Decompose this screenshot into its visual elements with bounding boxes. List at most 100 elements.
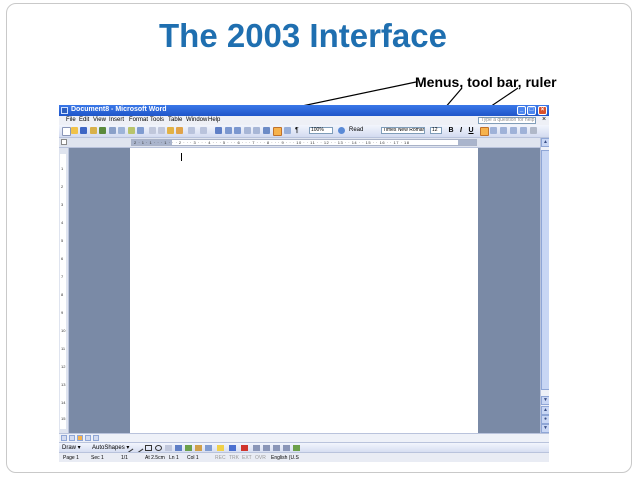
menu-insert[interactable]: Insert [109,117,124,123]
status-bar: Page 1 Sec 1 1/1 At 2.5cm Ln 1 Col 1 REC… [59,452,549,462]
oval-icon[interactable] [155,445,162,451]
next-page-icon[interactable]: ▼ [541,424,549,433]
menu-view[interactable]: View [93,117,106,123]
document-close-icon[interactable]: × [542,116,546,123]
font-color-icon[interactable] [241,445,248,451]
vruler-number: 7 [61,274,64,279]
research-icon[interactable] [137,127,144,134]
indent-icon[interactable] [520,127,527,134]
bullets-icon[interactable] [510,127,517,134]
3d-style-icon[interactable] [293,445,300,451]
open-icon[interactable] [71,127,78,134]
save-icon[interactable] [80,127,87,134]
read-button[interactable]: Read [349,127,363,133]
vertical-ruler[interactable]: 1 2 3 4 5 6 7 8 9 10 11 12 13 14 15 [59,148,69,433]
vruler-number: 2 [61,184,64,189]
reading-view-icon[interactable] [93,435,99,441]
print-icon[interactable] [109,127,116,134]
italic-button[interactable]: I [457,126,465,135]
web-view-icon[interactable] [69,435,75,441]
fill-color-icon[interactable] [217,445,224,451]
insert-excel-icon[interactable] [244,127,251,134]
dash-style-icon[interactable] [263,445,270,451]
wordart-icon[interactable] [175,445,182,451]
diagram-icon[interactable] [185,445,192,451]
new-icon[interactable] [62,127,71,136]
email-icon[interactable] [99,127,106,134]
help-question-input[interactable]: Type a question for help [478,117,536,124]
line-color-icon[interactable] [229,445,236,451]
cut-icon[interactable] [149,127,156,134]
clipart-icon[interactable] [195,445,202,451]
minimize-icon[interactable]: _ [517,106,526,115]
ruler-ticks: 2 · 1 · 1 · · · 1 · · · 2 · · · 3 · · · … [134,140,410,145]
paste-icon[interactable] [167,127,174,134]
drawing-icon[interactable] [263,127,270,134]
permission-icon[interactable] [90,127,97,134]
numbering-icon[interactable] [500,127,507,134]
menu-help[interactable]: Help [208,117,220,123]
scroll-up-icon[interactable]: ▲ [541,138,549,147]
menu-tools[interactable]: Tools [150,117,164,123]
toolbar-options-icon[interactable] [530,127,537,134]
menu-window[interactable]: Window [186,117,207,123]
document-page[interactable] [130,148,478,433]
font-size-select[interactable]: 12 [430,127,442,134]
horizontal-ruler[interactable]: 2 · 1 · 1 · · · 1 · · · 2 · · · 3 · · · … [131,139,477,146]
tables-borders-icon[interactable] [225,127,232,134]
font-select[interactable]: Times New Roman [381,127,425,134]
insert-table-icon[interactable] [234,127,241,134]
outline-view-icon[interactable] [85,435,91,441]
status-ovr[interactable]: OVR [255,455,266,461]
status-pages: 1/1 [121,455,128,461]
select-browse-object-icon[interactable]: ● [541,415,549,424]
vruler-number: 1 [61,166,64,171]
maximize-icon[interactable]: □ [527,106,536,115]
vruler-number: 15 [61,416,66,421]
title-bar[interactable]: Document8 - Microsoft Word _ □ × [59,105,549,116]
text-cursor [181,153,182,161]
undo-icon[interactable] [188,127,195,134]
vertical-scrollbar[interactable]: ▲ ▼ ▲ ● ▼ [540,138,549,433]
status-at: At 2.5cm [145,455,165,461]
normal-view-icon[interactable] [61,435,67,441]
zoom-select[interactable]: 100% [309,127,333,134]
spelling-icon[interactable] [128,127,135,134]
copy-icon[interactable] [158,127,165,134]
standard-toolbar: ¶ 100% Read Times New Roman 12 B I U [59,125,549,138]
text-box-icon[interactable] [165,445,172,451]
menu-format[interactable]: Format [129,117,148,123]
status-rec[interactable]: REC [215,455,226,461]
rectangle-icon[interactable] [145,445,152,451]
bold-button[interactable]: B [447,126,455,135]
close-icon[interactable]: × [538,106,547,115]
format-painter-icon[interactable] [176,127,183,134]
previous-page-icon[interactable]: ▲ [541,406,549,415]
help-icon[interactable] [338,127,345,134]
hyperlink-icon[interactable] [215,127,222,134]
scroll-down-icon[interactable]: ▼ [541,396,549,405]
line-style-icon[interactable] [253,445,260,451]
show-hide-icon[interactable] [284,127,291,134]
underline-button[interactable]: U [467,126,475,135]
status-ext[interactable]: EXT [242,455,252,461]
pilcrow-icon[interactable]: ¶ [295,127,299,134]
align-left-icon[interactable] [480,127,489,136]
menu-table[interactable]: Table [168,117,182,123]
vruler-number: 6 [61,256,64,261]
arrow-style-icon[interactable] [273,445,280,451]
columns-icon[interactable] [253,127,260,134]
align-center-icon[interactable] [490,127,497,134]
redo-icon[interactable] [200,127,207,134]
menu-edit[interactable]: Edit [79,117,89,123]
print-preview-icon[interactable] [118,127,125,134]
draw-menu[interactable]: Draw ▾ [62,444,81,451]
status-trk[interactable]: TRK [229,455,239,461]
menu-file[interactable]: File [66,117,76,123]
tab-selector-icon[interactable] [61,139,67,145]
shadow-style-icon[interactable] [283,445,290,451]
document-map-icon[interactable] [273,127,282,136]
picture-icon[interactable] [205,445,212,451]
print-layout-view-icon[interactable] [77,435,83,441]
scroll-thumb[interactable] [541,150,549,390]
